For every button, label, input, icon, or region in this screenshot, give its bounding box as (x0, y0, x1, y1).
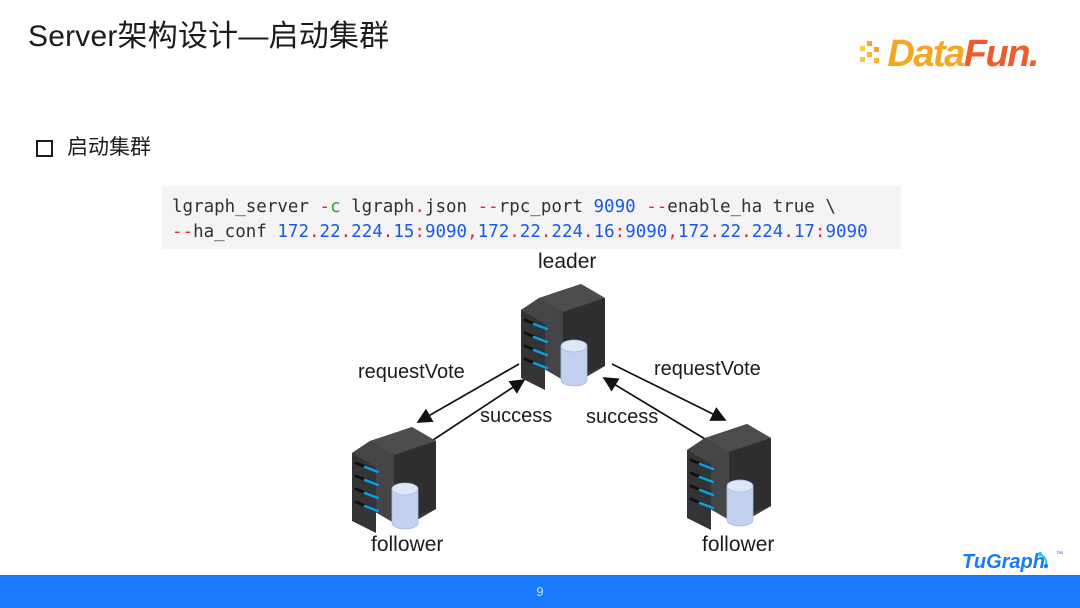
database-cylinder-icon (391, 482, 419, 530)
hollow-square-bullet-icon (36, 139, 53, 157)
tugraph-logo: TuGraph ™ (960, 546, 1068, 576)
bullet-item-label: 启动集群 (67, 136, 151, 159)
server-icon-leader (521, 284, 605, 390)
edge-label-success-left: success (480, 405, 553, 427)
datafun-word-data: Data (887, 33, 965, 75)
database-cylinder-icon (560, 339, 588, 387)
code-line-1: lgraph_server -c lgraph.json --rpc_port … (172, 197, 836, 217)
node-label-follower-left: follower (371, 533, 444, 556)
datafun-word-fun: Fun. (963, 33, 1040, 75)
datafun-wordmark: DataFun. (887, 33, 1040, 75)
server-icon-follower-right (687, 424, 771, 530)
database-cylinder-icon (726, 479, 754, 527)
code-line-2: --ha_conf 172.22.224.15:9090,172.22.224.… (172, 222, 868, 242)
command-code-block: lgraph_server -c lgraph.json --rpc_port … (162, 186, 901, 249)
node-label-leader: leader (538, 250, 597, 273)
page-title: Server架构设计—启动集群 (28, 20, 390, 53)
server-icon-follower-left (352, 427, 436, 533)
edge-label-success-right: success (586, 406, 659, 428)
edge-label-requestvote-right: requestVote (654, 358, 761, 380)
edge-label-requestvote-left: requestVote (358, 361, 465, 383)
bullet-item: 启动集群 (36, 136, 151, 160)
raft-cluster-diagram: leader follower follower requestVote req… (0, 248, 1080, 568)
node-label-follower-right: follower (702, 533, 775, 556)
tugraph-wordmark: TuGraph (962, 551, 1045, 573)
tugraph-trademark-icon: ™ (1056, 551, 1063, 558)
page-number: 9 (536, 584, 544, 599)
datafun-dots-icon (860, 41, 886, 67)
datafun-logo: DataFun. (860, 33, 1040, 75)
slide-canvas: Server架构设计—启动集群 DataFun. 启动集群 lgraph_ser… (0, 0, 1080, 608)
